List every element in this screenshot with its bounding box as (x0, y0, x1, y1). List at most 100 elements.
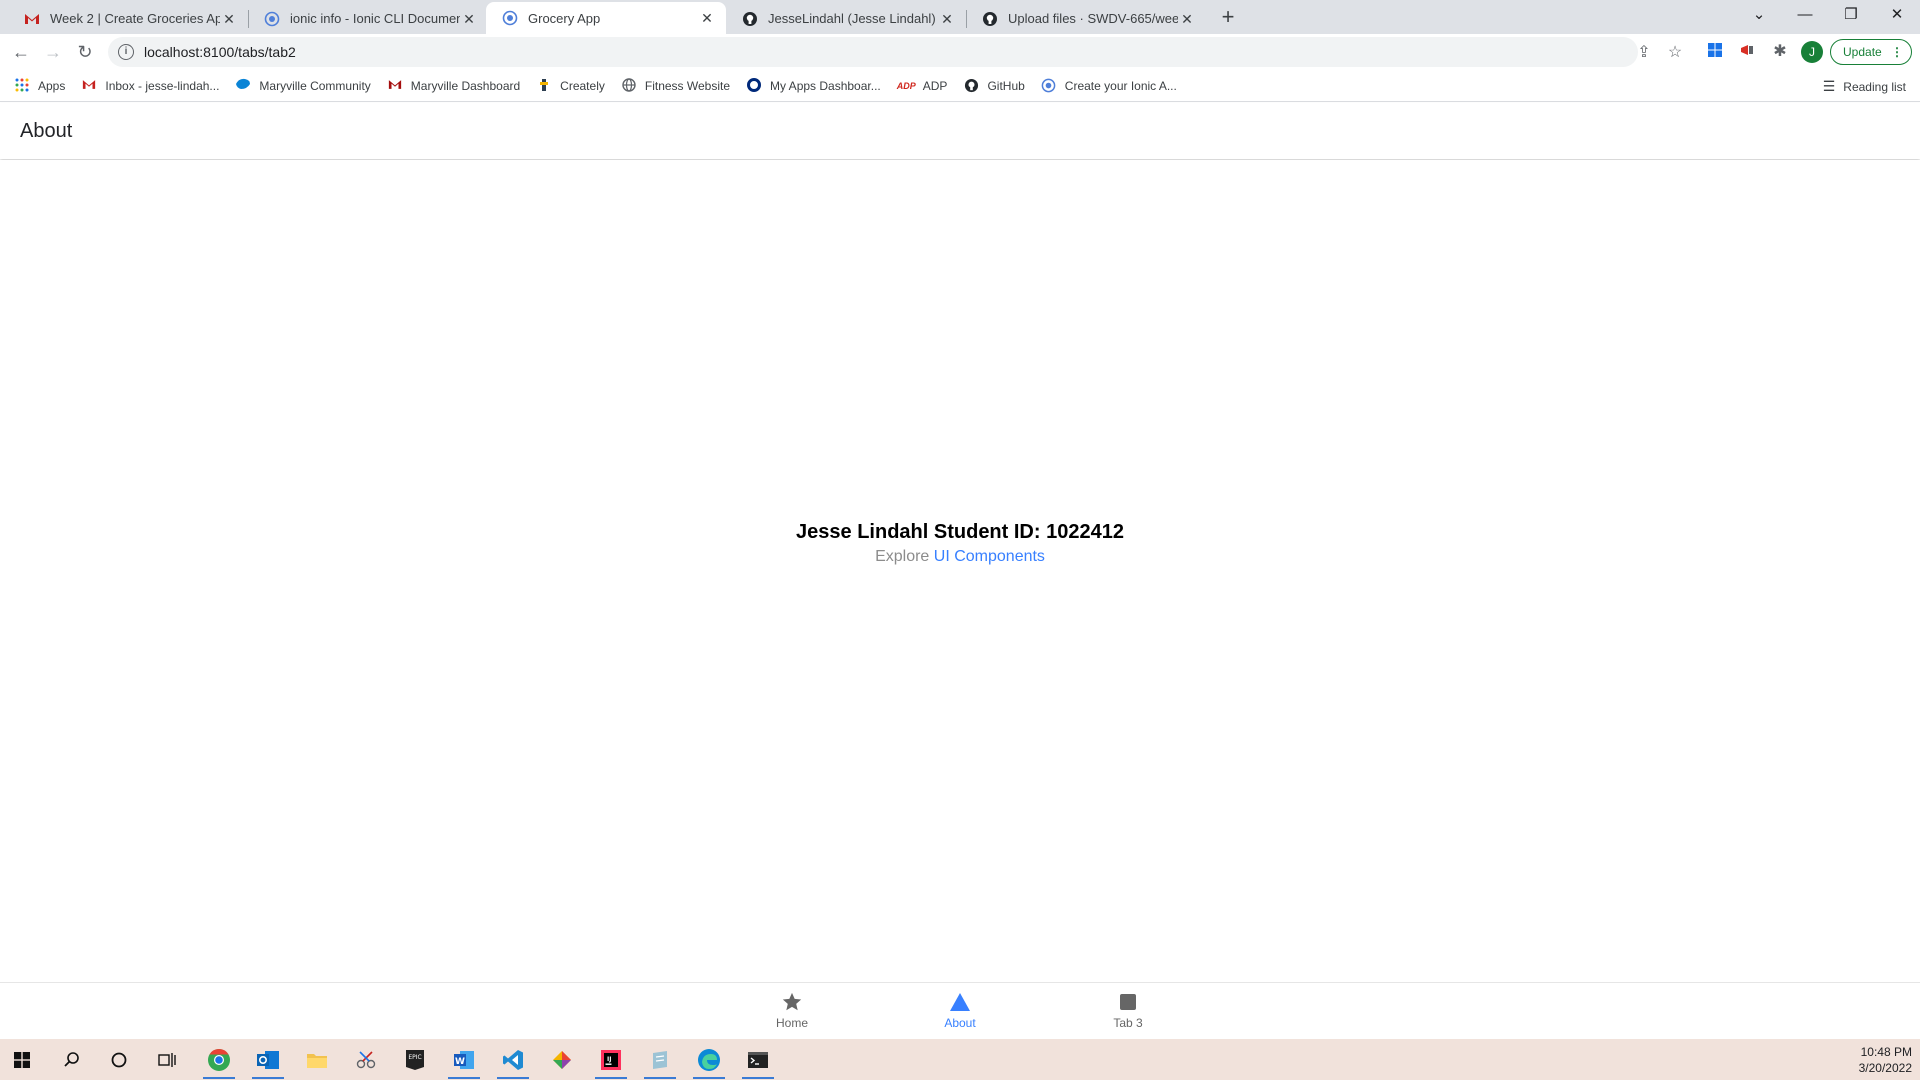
intellij-taskbar-icon[interactable]: IJ (591, 1045, 631, 1079)
bookmark-github[interactable]: GitHub (963, 78, 1025, 94)
bookmark-fitness-website[interactable]: Fitness Website (621, 77, 730, 94)
tab-home[interactable]: Home (732, 991, 852, 1030)
word-taskbar-icon[interactable]: W (444, 1045, 484, 1079)
gmail-icon (24, 11, 40, 27)
bookmark-inbox[interactable]: Inbox - jesse-lindah... (81, 78, 219, 94)
bookmark-create-ionic-app[interactable]: Create your Ionic A... (1041, 78, 1177, 94)
tab-title: JesseLindahl (Jesse Lindahl) (768, 11, 936, 26)
task-view-icon[interactable] (147, 1045, 187, 1075)
app-toolbar: About (0, 103, 1920, 159)
ionic-icon (1041, 78, 1057, 94)
bookmark-label: Apps (38, 78, 66, 93)
browser-toolbar: ← → ↻ i localhost:8100/tabs/tab2 ⇪ ☆ ✱ J… (0, 34, 1920, 70)
figma-like-app-icon[interactable] (542, 1045, 582, 1075)
tab-title: Upload files · SWDV-665/week-2 (1008, 11, 1178, 26)
tab-tab3[interactable]: Tab 3 (1068, 991, 1188, 1030)
reload-icon[interactable]: ↻ (71, 38, 99, 66)
windows-start-icon[interactable] (2, 1045, 42, 1075)
bookmark-star-icon[interactable]: ☆ (1665, 42, 1685, 62)
bookmark-my-apps-dashboard[interactable]: My Apps Dashboar... (746, 77, 881, 94)
bookmark-label: Maryville Community (259, 78, 371, 93)
share-icon[interactable]: ⇪ (1634, 42, 1654, 62)
explore-prefix: Explore (875, 548, 930, 565)
ionic-icon (502, 10, 518, 26)
maryville-icon (235, 78, 251, 94)
gmail-icon (81, 78, 97, 94)
search-icon[interactable] (52, 1045, 92, 1075)
snipping-tool-icon[interactable] (346, 1045, 386, 1075)
bookmark-maryville-community[interactable]: Maryville Community (235, 78, 371, 94)
file-explorer-icon[interactable] (297, 1045, 337, 1075)
creately-icon (536, 78, 552, 94)
star-icon (732, 991, 852, 1013)
bookmark-apps[interactable]: Apps (14, 78, 65, 94)
browser-tab-grocery-app[interactable]: Grocery App ✕ (486, 2, 726, 34)
browser-tab-upload-files[interactable]: Upload files · SWDV-665/week-2 ✕ (966, 3, 1206, 34)
bookmark-creately[interactable]: Creately (536, 78, 605, 94)
chrome-taskbar-icon[interactable] (199, 1045, 239, 1079)
github-icon (963, 78, 979, 94)
reading-list-button[interactable]: ☰ Reading list (1823, 78, 1906, 95)
update-button[interactable]: Update ⋮ (1830, 39, 1912, 65)
page-title: About (20, 119, 73, 142)
bookmark-label: Maryville Dashboard (410, 78, 521, 93)
terminal-taskbar-icon[interactable] (738, 1045, 778, 1079)
close-icon[interactable]: ✕ (220, 10, 238, 28)
close-icon[interactable]: ✕ (1178, 10, 1196, 28)
tab-title: Week 2 | Create Groceries App (50, 11, 220, 26)
epic-games-icon[interactable]: EPIC (395, 1045, 435, 1075)
github-icon (742, 11, 758, 27)
reading-list-icon: ☰ (1822, 78, 1836, 94)
site-info-icon[interactable]: i (118, 44, 134, 60)
student-heading: Jesse Lindahl Student ID: 1022412 (796, 521, 1124, 543)
close-icon[interactable]: ✕ (460, 10, 478, 28)
tab-label: Home (775, 1016, 808, 1030)
url-text: localhost:8100/tabs/tab2 (144, 44, 296, 60)
tab-title: ionic info - Ionic CLI Documentat (290, 11, 460, 26)
reading-list-label: Reading list (1843, 79, 1906, 94)
tab-label: About (944, 1016, 976, 1030)
app-tab-bar: Home About Tab 3 (0, 982, 1920, 1039)
svg-text:IJ: IJ (607, 1056, 611, 1063)
close-icon[interactable]: ✕ (698, 9, 716, 27)
square-icon (1068, 991, 1188, 1013)
address-bar[interactable]: i localhost:8100/tabs/tab2 (108, 37, 1638, 67)
tab-title: Grocery App (528, 10, 601, 26)
taskbar-clock[interactable]: 10:48 PM 3/20/2022 (1859, 1044, 1912, 1076)
browser-tab-github-profile[interactable]: JesseLindahl (Jesse Lindahl) ✕ (726, 3, 966, 34)
restore-icon[interactable]: ❐ (1828, 0, 1874, 30)
menu-dots-icon[interactable]: ⋮ (1891, 40, 1903, 64)
vscode-taskbar-icon[interactable] (493, 1045, 533, 1079)
bookmark-label: Creately (560, 78, 605, 93)
close-icon[interactable]: ✕ (938, 10, 956, 28)
apps-grid-icon (14, 78, 30, 94)
browser-tab-week2[interactable]: Week 2 | Create Groceries App ✕ (8, 3, 248, 34)
update-label: Update (1843, 45, 1882, 59)
adp-icon: ADP (896, 80, 916, 91)
cortana-icon[interactable] (99, 1045, 139, 1075)
extensions-puzzle-icon[interactable]: ✱ (1770, 42, 1790, 62)
ui-components-link[interactable]: UI Components (934, 548, 1045, 565)
tab-search-icon[interactable]: ⌄ (1736, 0, 1782, 30)
bookmark-maryville-dashboard[interactable]: Maryville Dashboard (387, 78, 520, 94)
megaphone-extension-icon[interactable] (1738, 42, 1758, 62)
minimize-icon[interactable]: — (1782, 0, 1828, 30)
clock-date: 3/20/2022 (1858, 1061, 1912, 1075)
bookmark-label: Inbox - jesse-lindah... (105, 78, 220, 93)
notepad-app-icon[interactable] (640, 1045, 680, 1079)
triangle-icon (900, 991, 1020, 1013)
tab-about[interactable]: About (900, 991, 1020, 1030)
outlook-taskbar-icon[interactable] (248, 1045, 288, 1079)
svg-text:W: W (455, 1057, 465, 1067)
close-window-icon[interactable]: ✕ (1874, 0, 1920, 30)
profile-avatar[interactable]: J (1801, 41, 1823, 63)
edge-taskbar-icon[interactable] (689, 1045, 729, 1079)
new-tab-button[interactable]: + (1214, 4, 1242, 32)
browser-tab-ionic-info[interactable]: ionic info - Ionic CLI Documentat ✕ (248, 3, 488, 34)
forward-icon[interactable]: → (39, 38, 67, 66)
okta-icon (746, 77, 762, 94)
windows-extension-icon[interactable] (1705, 42, 1725, 62)
back-icon[interactable]: ← (7, 38, 35, 66)
bookmark-adp[interactable]: ADP ADP (897, 78, 948, 94)
bookmarks-bar: Apps Inbox - jesse-lindah... Maryville C… (0, 70, 1920, 102)
